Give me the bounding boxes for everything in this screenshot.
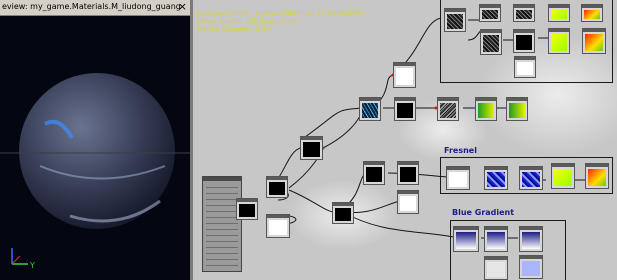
node-lerp[interactable]	[300, 136, 323, 160]
node-constant-1[interactable]	[393, 62, 416, 88]
fresnel-node-blue-1[interactable]	[484, 166, 508, 190]
material-graph-canvas[interactable]: Base pass shader without light map: 42 i…	[193, 0, 617, 280]
preview-viewport[interactable]: Y	[0, 16, 190, 280]
fresnel-node-blue-2[interactable]	[519, 166, 543, 190]
node-constant-3[interactable]	[514, 56, 536, 78]
close-icon[interactable]: ×	[178, 0, 187, 13]
gradient-node-light[interactable]	[484, 256, 508, 280]
node-panner-1[interactable]	[394, 97, 416, 121]
node-yellow-grad-top[interactable]	[548, 4, 570, 22]
gradient-node-3[interactable]	[519, 226, 543, 252]
axis-gizmo	[11, 248, 28, 265]
gradient-node-1[interactable]	[453, 226, 479, 252]
fresnel-node-white[interactable]	[446, 166, 470, 190]
fresnel-node-yellow[interactable]	[551, 163, 575, 189]
material-preview-panel[interactable]: eview: my_game.Materials.M_liudong_guang…	[0, 0, 190, 280]
node-red-grad-top[interactable]	[581, 4, 603, 22]
material-output-node[interactable]	[202, 176, 242, 272]
node-texture-water[interactable]	[359, 97, 381, 121]
node-panner-4[interactable]	[513, 29, 535, 53]
node-panner-2[interactable]	[363, 161, 385, 185]
axis-y-label: Y	[29, 261, 35, 270]
node-panner-3[interactable]	[397, 161, 419, 185]
gradient-node-2[interactable]	[484, 226, 508, 252]
node-green-yellow[interactable]	[475, 97, 497, 121]
node-texture-noise-3[interactable]	[513, 4, 535, 22]
node-green-yellow-2[interactable]	[506, 97, 528, 121]
preview-title: eview: my_game.Materials.M_liudong_guang	[2, 2, 181, 11]
node-texture-cells[interactable]	[437, 97, 459, 121]
node-multiply[interactable]	[236, 198, 258, 220]
gradient-node-lightblue[interactable]	[519, 255, 543, 279]
preview-title-bar: eview: my_game.Materials.M_liudong_guang…	[0, 0, 190, 16]
fresnel-node-red[interactable]	[585, 163, 609, 189]
node-texture-noise-1[interactable]	[444, 8, 466, 32]
group-blue-gradient-title: Blue Gradient	[452, 208, 515, 217]
node-add[interactable]	[266, 176, 288, 198]
node-texture-noise-4[interactable]	[480, 29, 502, 55]
group-fresnel-title: Fresnel	[444, 146, 477, 155]
preview-render: Y	[0, 73, 190, 270]
node-yellow-grad[interactable]	[548, 28, 570, 54]
node-texture-noise-2[interactable]	[479, 4, 501, 22]
node-constant-2[interactable]	[397, 190, 419, 214]
node-constant-white[interactable]	[266, 214, 290, 238]
node-red-grad[interactable]	[582, 28, 606, 54]
node-power[interactable]	[332, 202, 354, 224]
